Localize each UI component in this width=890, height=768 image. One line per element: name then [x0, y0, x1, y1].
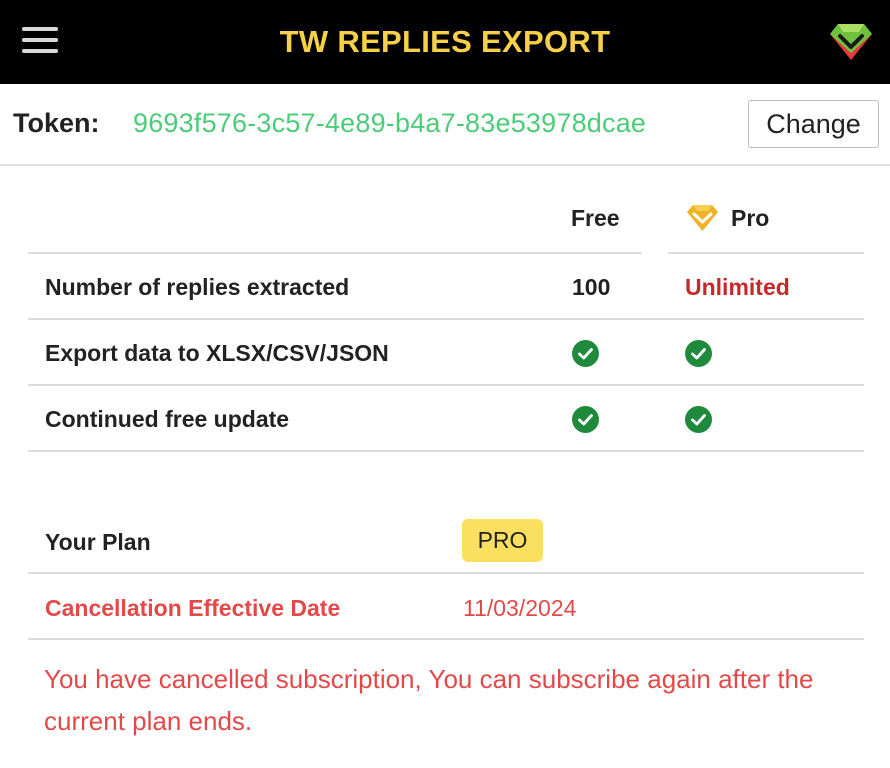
feature-label: Continued free update — [45, 406, 290, 432]
token-value: 9693f576-3c57-4e89-b4a7-83e53978dcae — [133, 108, 647, 138]
plan-badge: PRO — [462, 519, 543, 562]
check-circle-icon — [572, 340, 599, 367]
gem-logo-icon[interactable] — [826, 20, 876, 64]
your-plan-row: Your Plan PRO — [28, 508, 864, 574]
app-header: TW REPLIES EXPORT — [0, 0, 890, 84]
cancellation-label: Cancellation Effective Date — [45, 595, 341, 621]
your-plan-label: Your Plan — [45, 529, 151, 555]
cancellation-notice: You have cancelled subscription, You can… — [44, 664, 814, 736]
feature-label: Number of replies extracted — [45, 274, 350, 300]
cancellation-row: Cancellation Effective Date 11/03/2024 — [28, 574, 864, 640]
cancellation-date: 11/03/2024 — [463, 595, 577, 621]
gem-icon — [687, 205, 718, 231]
column-header-free: Free — [571, 205, 620, 231]
table-row: Export data to XLSX/CSV/JSON — [28, 320, 864, 386]
token-bar: Token: 9693f576-3c57-4e89-b4a7-83e53978d… — [0, 84, 890, 166]
feature-label: Export data to XLSX/CSV/JSON — [45, 340, 389, 366]
pro-label: Pro — [731, 205, 770, 231]
table-row: Number of replies extracted 100 Unlimite… — [28, 254, 864, 320]
token-label: Token: — [13, 108, 100, 138]
check-circle-icon — [572, 406, 599, 433]
free-value: 100 — [572, 274, 611, 300]
app-title: TW REPLIES EXPORT — [279, 24, 611, 59]
pro-value: Unlimited — [685, 274, 790, 300]
check-circle-icon — [685, 406, 712, 433]
table-row: Continued free update — [28, 386, 864, 452]
check-circle-icon — [685, 340, 712, 367]
change-token-button[interactable]: Change — [748, 100, 879, 148]
